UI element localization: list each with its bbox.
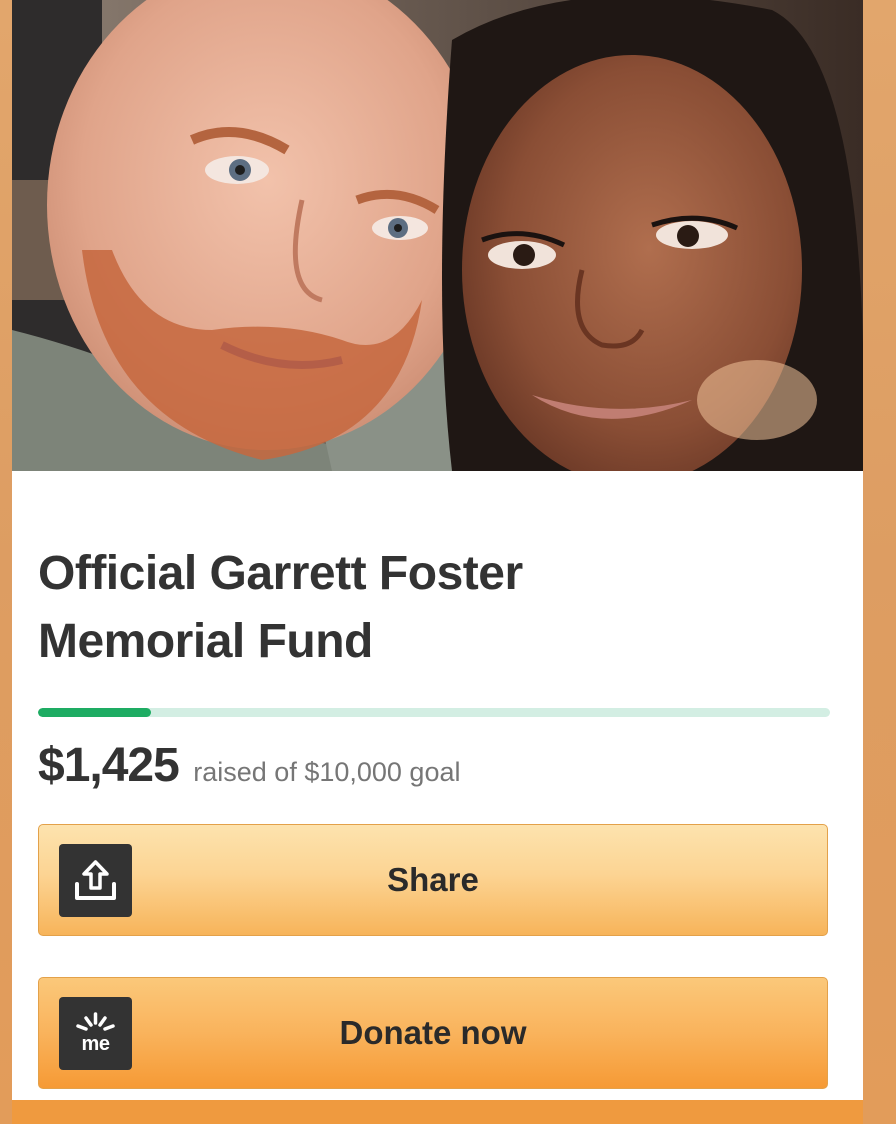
amount-raised: $1,425 — [38, 739, 180, 792]
campaign-title: Official Garrett Foster Memorial Fund — [38, 540, 798, 676]
bottom-strip — [12, 1100, 863, 1124]
funding-summary: $1,425 raised of $10,000 goal — [38, 738, 460, 793]
progress-bar — [38, 708, 830, 717]
share-button-label: Share — [387, 861, 479, 898]
donate-now-button[interactable]: me Donate now — [38, 977, 828, 1089]
campaign-title-line-2: Memorial Fund — [38, 615, 373, 668]
fundraiser-card: Official Garrett Foster Memorial Fund $1… — [12, 0, 863, 1100]
campaign-title-line-1: Official Garrett Foster — [38, 547, 523, 600]
progress-bar-fill — [38, 708, 151, 717]
campaign-photo — [12, 0, 863, 471]
share-button[interactable]: Share — [38, 824, 828, 936]
goal-text: raised of $10,000 goal — [193, 757, 461, 787]
donate-now-button-label: Donate now — [339, 1014, 527, 1051]
